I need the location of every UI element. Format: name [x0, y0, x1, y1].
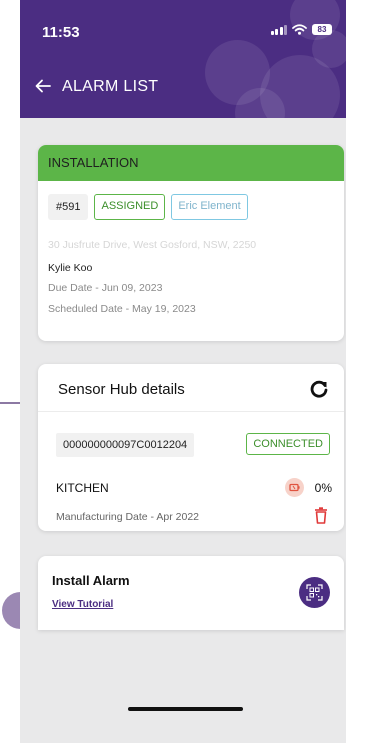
home-indicator	[128, 707, 243, 711]
install-alarm-card: Install Alarm View Tutorial	[38, 556, 344, 630]
battery-icon	[285, 478, 304, 497]
divider	[38, 411, 344, 412]
due-date: Due Date - Jun 09, 2023	[48, 282, 163, 294]
trash-icon[interactable]	[314, 507, 328, 524]
phone-screen: 11:53 83 ALARM LIST INSTALLATION #591 AS…	[20, 0, 346, 743]
refresh-icon[interactable]	[308, 378, 330, 400]
battery-icon: 83	[312, 24, 332, 35]
signal-icon	[270, 24, 287, 35]
sensor-hub-title: Sensor Hub details	[58, 381, 185, 398]
status-time: 11:53	[42, 24, 80, 41]
serial-number: 000000000097C0012204	[56, 433, 195, 457]
badge-row: #591 ASSIGNED Eric Element	[38, 181, 344, 220]
connection-badge: CONNECTED	[246, 433, 330, 455]
customer-name: Kylie Koo	[48, 262, 93, 274]
app-header: 11:53 83 ALARM LIST	[20, 0, 346, 118]
room-label: KITCHEN	[56, 481, 109, 495]
page-title: ALARM LIST	[62, 78, 159, 95]
scheduled-date: Scheduled Date - May 19, 2023	[48, 303, 196, 315]
address-text: 30 Jusfrute Drive, West Gosford, NSW, 22…	[48, 239, 257, 251]
decor-bubble	[312, 30, 346, 68]
view-tutorial-link[interactable]: View Tutorial	[52, 599, 113, 610]
battery-percentage: 0%	[314, 481, 332, 495]
installation-card[interactable]: INSTALLATION #591 ASSIGNED Eric Element …	[38, 145, 344, 341]
job-id-badge: #591	[48, 194, 89, 220]
arrow-left-icon[interactable]	[34, 77, 52, 95]
install-alarm-title: Install Alarm	[52, 573, 130, 588]
status-badge: ASSIGNED	[94, 194, 166, 220]
status-icons: 83	[270, 24, 332, 35]
qr-scan-button[interactable]	[299, 577, 330, 608]
manufacturing-date: Manufacturing Date - Apr 2022	[56, 511, 200, 523]
qr-scan-icon	[306, 584, 323, 601]
wifi-icon	[292, 24, 307, 35]
sensor-hub-card: Sensor Hub details 000000000097C0012204 …	[38, 364, 344, 531]
technician-badge: Eric Element	[171, 194, 248, 220]
installation-heading: INSTALLATION	[38, 145, 344, 181]
